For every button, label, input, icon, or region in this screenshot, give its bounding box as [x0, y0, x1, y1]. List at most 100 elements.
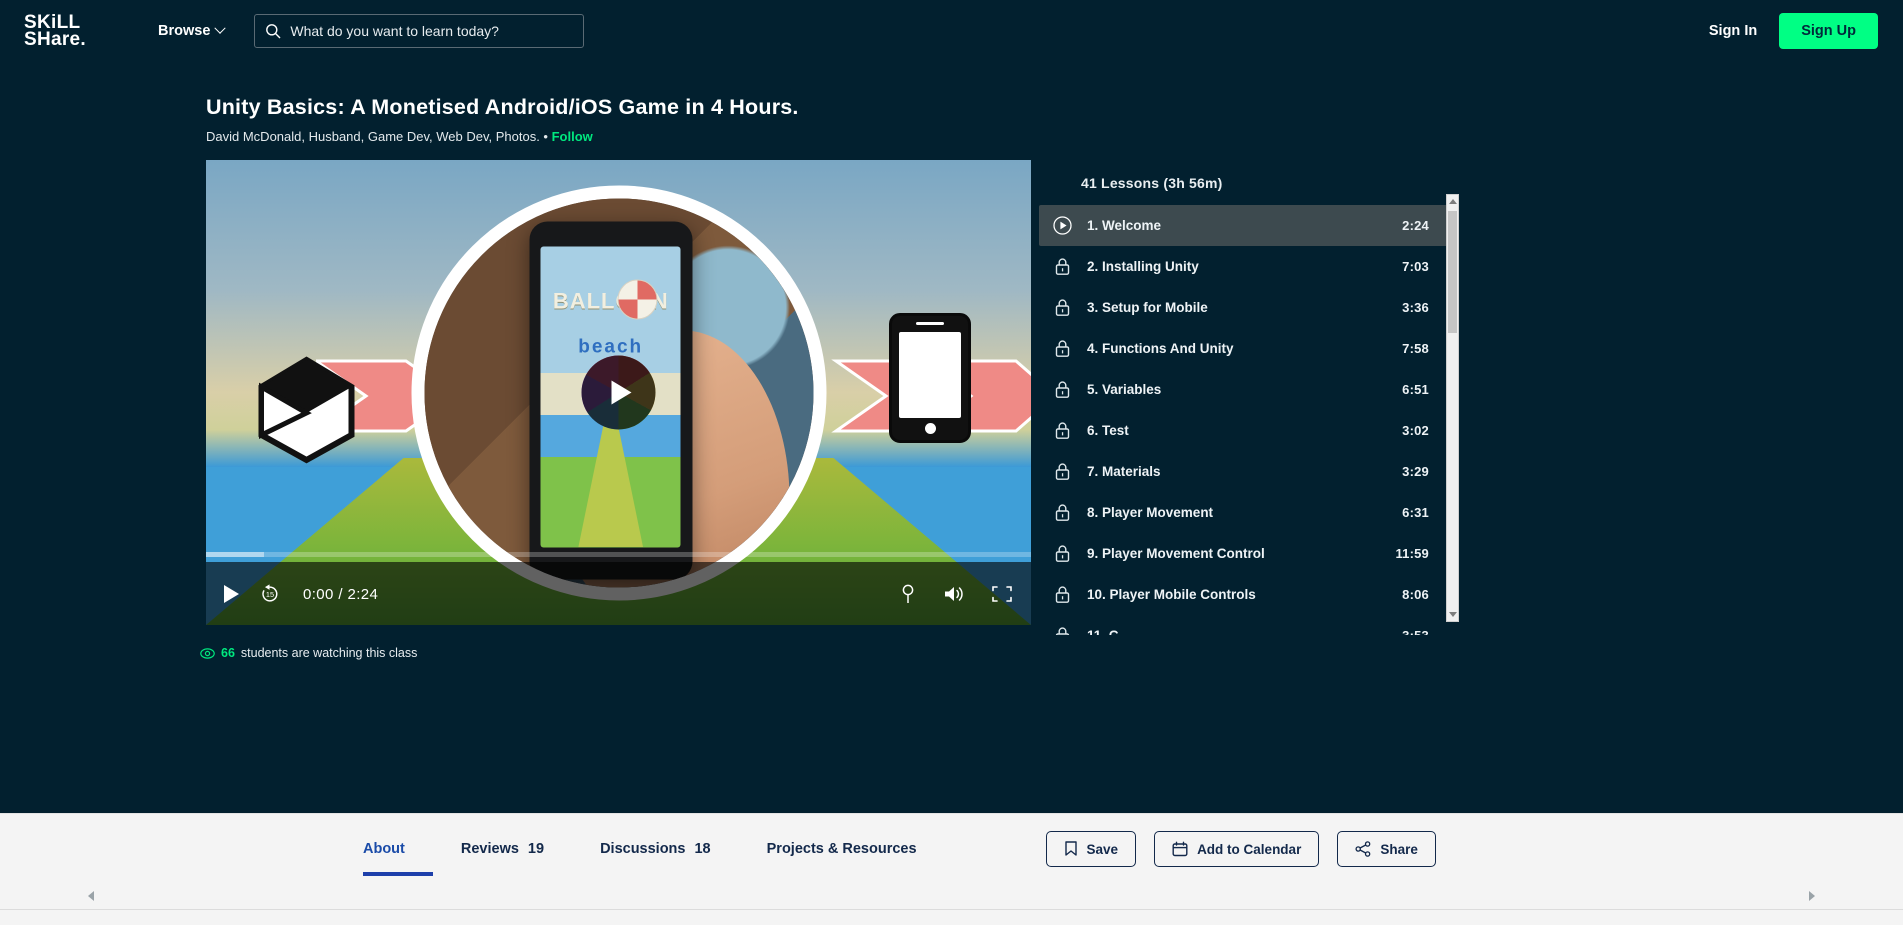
watching-status: 66 students are watching this class [0, 635, 1903, 660]
fullscreen-button[interactable] [991, 584, 1013, 604]
site-header: SKiLL SHare. Browse Sign In Sign Up [0, 0, 1903, 62]
search-box[interactable] [254, 14, 585, 48]
volume-button[interactable] [943, 584, 965, 604]
tab-count: 18 [694, 841, 711, 857]
lesson-duration: 7:58 [1402, 341, 1429, 356]
lock-icon [1055, 586, 1070, 603]
save-label: Save [1086, 841, 1119, 857]
scroll-left-arrow-icon[interactable] [88, 890, 94, 901]
scrollbar-down-button[interactable] [1447, 608, 1458, 621]
lesson-item[interactable]: 8. Player Movement 6:31 [1039, 492, 1457, 533]
play-button[interactable] [224, 585, 239, 603]
lesson-label: 10. Player Mobile Controls [1087, 587, 1256, 602]
lesson-duration: 3:36 [1402, 300, 1429, 315]
browse-menu[interactable]: Browse [158, 22, 227, 39]
watching-count: 66 [221, 646, 235, 660]
game-title-line-1: BALLOON [552, 288, 669, 314]
horizontal-scrollbar[interactable] [0, 889, 1903, 910]
follow-link[interactable]: Follow [552, 129, 593, 144]
lesson-label: 8. Player Movement [1087, 505, 1214, 520]
save-button[interactable]: Save [1045, 831, 1137, 867]
tab-reviews[interactable]: Reviews 19 [461, 814, 576, 884]
play-triangle-icon [611, 380, 631, 405]
chevron-up-icon [1448, 199, 1457, 204]
lesson-duration: 11:59 [1395, 546, 1429, 561]
share-icon [1355, 841, 1371, 857]
phone-illustration [889, 313, 971, 444]
lesson-item[interactable]: 4. Functions And Unity 7:58 [1039, 328, 1457, 369]
share-label: Share [1380, 841, 1418, 857]
scroll-right-arrow-icon[interactable] [1809, 890, 1815, 901]
scrollbar-up-button[interactable] [1447, 195, 1458, 208]
tab-about[interactable]: About [363, 814, 437, 884]
add-to-calendar-button[interactable]: Add to Calendar [1154, 831, 1320, 867]
play-circle-icon [1053, 216, 1072, 235]
lessons-list[interactable]: 1. Welcome 2:24 2. Installing Unity 7:03 3. … [1039, 205, 1457, 635]
tab-projects-resources[interactable]: Projects & Resources [767, 814, 949, 884]
lock-icon [1055, 627, 1070, 635]
rewind-15-icon: 15 [262, 584, 278, 602]
rewind-15-button[interactable]: 15 [259, 583, 281, 605]
lock-icon [1053, 421, 1072, 440]
tab-discussions[interactable]: Discussions 18 [600, 814, 743, 884]
lesson-item[interactable]: 9. Player Movement Control 11:59 [1039, 533, 1457, 574]
page-dark-section: SKiLL SHare. Browse Sign In Sign Up Unit… [0, 0, 1903, 813]
lesson-label: 4. Functions And Unity [1087, 341, 1234, 356]
chevron-down-icon [214, 22, 227, 34]
sign-up-button[interactable]: Sign Up [1779, 13, 1878, 49]
sign-in-link[interactable]: Sign In [1709, 23, 1757, 39]
lesson-item[interactable]: 10. Player Mobile Controls 8:06 [1039, 574, 1457, 615]
lock-icon [1053, 257, 1072, 276]
lesson-label: 7. Materials [1087, 464, 1161, 479]
lesson-label: 6. Test [1087, 423, 1129, 438]
lesson-item[interactable]: 5. Variables 6:51 [1039, 369, 1457, 410]
video-progress-bar[interactable] [206, 552, 1031, 557]
video-player[interactable]: BALLOON beach 15 0:00 / 2:24 [206, 160, 1031, 625]
tab-label: Reviews [460, 841, 519, 857]
unity-logo-icon [258, 356, 355, 464]
lesson-duration: 7:03 [1402, 259, 1429, 274]
add-to-calendar-label: Add to Calendar [1197, 841, 1302, 857]
pin-marker-icon [902, 584, 914, 603]
skillshare-logo[interactable]: SKiLL SHare. [24, 13, 120, 49]
video-controls-row: 15 0:00 / 2:24 [206, 570, 1031, 618]
big-play-button[interactable] [581, 355, 656, 430]
scrollbar-thumb[interactable] [1448, 211, 1457, 333]
search-input[interactable] [290, 23, 574, 39]
lesson-item[interactable]: 1. Welcome 2:24 [1039, 205, 1457, 246]
player-and-lessons: BALLOON beach 15 0:00 / 2:24 41 Lessons … [0, 160, 1903, 635]
lessons-scrollbar[interactable] [1446, 194, 1459, 622]
lesson-item[interactable]: 7. Materials 3:29 [1039, 451, 1457, 492]
lesson-item[interactable]: 11. C 3:53 [1039, 615, 1457, 635]
game-road [578, 414, 644, 547]
volume-icon [945, 587, 963, 601]
header-actions: Sign In Sign Up [1709, 13, 1878, 49]
lock-icon [1053, 380, 1072, 399]
action-buttons: Save Add to Calendar Share [1045, 831, 1436, 867]
lesson-duration: 6:51 [1402, 382, 1429, 397]
lesson-label: 1. Welcome [1087, 218, 1162, 233]
lesson-label: 11. C [1087, 628, 1119, 635]
lock-icon [1055, 504, 1070, 521]
lock-icon [1053, 626, 1072, 635]
video-thumbnail-photo: BALLOON beach [411, 185, 826, 600]
lesson-label: 5. Variables [1087, 382, 1162, 397]
search-icon [266, 24, 281, 39]
browse-label: Browse [158, 23, 211, 39]
lesson-duration: 2:24 [1402, 218, 1429, 233]
marker-button[interactable] [899, 584, 917, 604]
lesson-item[interactable]: 2. Installing Unity 7:03 [1039, 246, 1457, 287]
lessons-heading: 41 Lessons (3h 56m) [1081, 175, 1223, 191]
lesson-item[interactable]: 6. Test 3:02 [1039, 410, 1457, 451]
tab-list: About Reviews 19 Discussions 18 Projects & Re… [363, 814, 973, 884]
fullscreen-icon [992, 586, 1012, 602]
lessons-panel: 41 Lessons (3h 56m) 1. Welcome 2:24 2. Ins… [1039, 160, 1459, 635]
tab-label: Projects & Resources [766, 841, 917, 857]
lesson-item[interactable]: 3. Setup for Mobile 3:36 [1039, 287, 1457, 328]
lesson-duration: 3:02 [1402, 423, 1429, 438]
class-header: Unity Basics: A Monetised Android/iOS Ga… [0, 62, 1903, 144]
lock-icon [1055, 422, 1070, 439]
chevron-down-icon [1448, 612, 1457, 617]
share-button[interactable]: Share [1337, 831, 1436, 867]
play-icon [224, 585, 239, 603]
